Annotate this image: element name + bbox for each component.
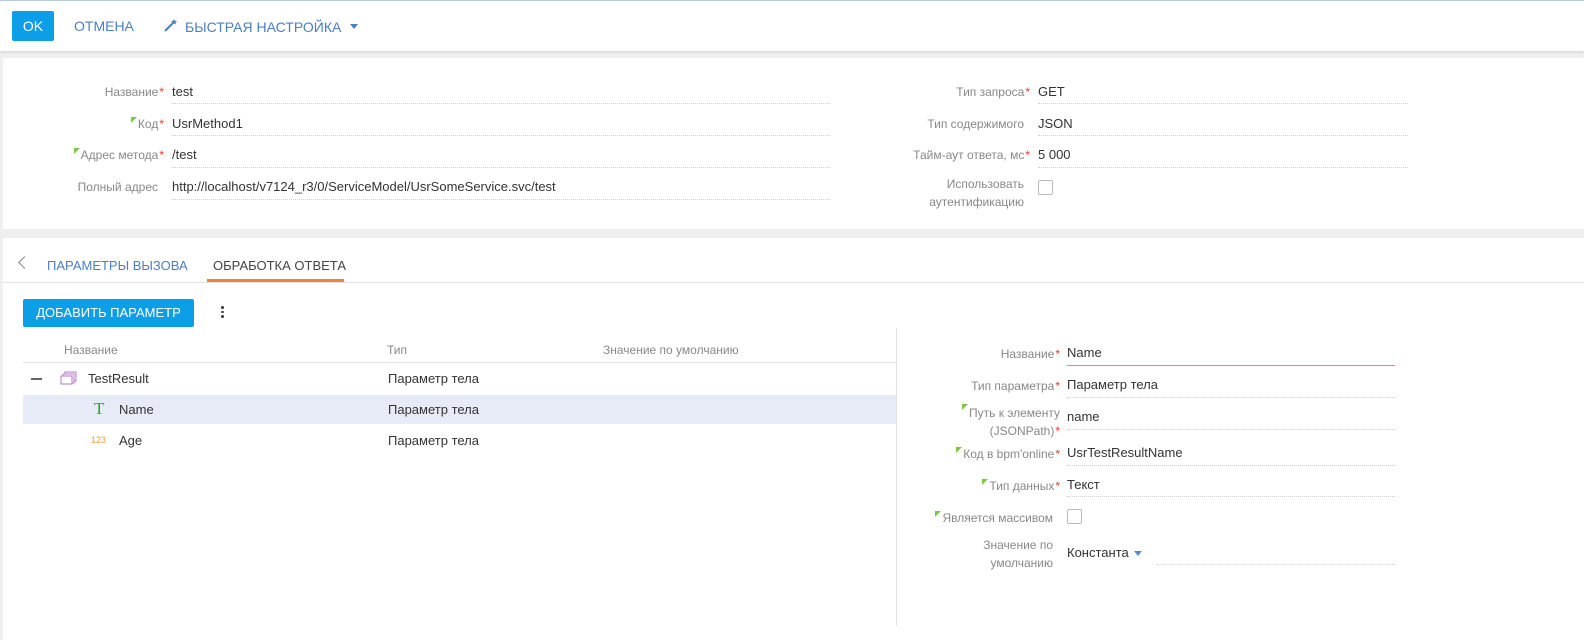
- json-path-label: Путь к элементу (JSONPath)*: [905, 404, 1060, 440]
- request-type-field[interactable]: GET: [1038, 84, 1065, 99]
- number-type-icon: 123: [91, 435, 107, 445]
- full-address-field: http://localhost/v7124_r3/0/ServiceModel…: [172, 179, 556, 194]
- use-auth-label: Использовать аутентификацию: [929, 177, 1024, 209]
- add-parameter-button[interactable]: ДОБАВИТЬ ПАРАМЕТР: [23, 299, 194, 327]
- tab-response-processing[interactable]: ОБРАБОТКА ОТВЕТА: [213, 258, 346, 273]
- default-value-mode-select[interactable]: Константа: [1067, 545, 1142, 560]
- method-header-card: [3, 58, 1584, 229]
- active-tab-indicator: [207, 279, 344, 282]
- use-auth-checkbox[interactable]: [1038, 180, 1053, 195]
- is-array-label: Является массивом: [905, 511, 1053, 525]
- full-address-underline: [172, 199, 830, 200]
- address-field[interactable]: /test: [172, 147, 197, 162]
- address-field-underline: [172, 167, 830, 168]
- row-type: Параметр тела: [388, 402, 479, 417]
- quick-setup-button[interactable]: БЫСТРАЯ НАСТРОЙКА: [163, 18, 359, 35]
- param-name-underline: [1067, 365, 1395, 366]
- default-value-label: Значение по умолчанию: [983, 538, 1053, 570]
- row-name: Name: [119, 402, 154, 417]
- timeout-underline: [1038, 167, 1408, 168]
- tab-call-params[interactable]: ПАРАМЕТРЫ ВЫЗОВА: [47, 258, 188, 273]
- row-name: TestResult: [88, 371, 149, 386]
- localizable-marker-icon: [982, 479, 989, 485]
- param-type-underline: [1067, 397, 1395, 398]
- collapse-icon[interactable]: [31, 378, 42, 380]
- quick-setup-label: БЫСТРАЯ НАСТРОЙКА: [185, 18, 342, 35]
- content-type-underline: [1038, 135, 1408, 136]
- timeout-label: Тайм-аут ответа, мс*: [913, 148, 1030, 162]
- code-field-label: Код*: [40, 117, 164, 131]
- magic-wand-icon: [163, 18, 179, 35]
- localizable-marker-icon: [956, 447, 963, 453]
- json-path-field[interactable]: name: [1067, 409, 1100, 424]
- chevron-down-icon: [1133, 551, 1142, 557]
- column-header-type: Тип: [387, 343, 408, 357]
- panel-divider: [896, 328, 897, 626]
- name-field-underline: [172, 103, 830, 104]
- bpm-code-underline: [1067, 465, 1395, 466]
- row-name: Age: [119, 433, 143, 448]
- data-type-field[interactable]: Текст: [1067, 477, 1100, 492]
- code-field[interactable]: UsrMethod1: [172, 116, 243, 131]
- param-type-label: Тип параметра*: [971, 379, 1060, 393]
- tabs-divider: [3, 282, 1584, 283]
- bpm-code-field[interactable]: UsrTestResultName: [1067, 445, 1183, 460]
- localizable-marker-icon: [130, 117, 137, 123]
- column-header-name: Название: [64, 343, 118, 357]
- default-value-input[interactable]: [1157, 564, 1395, 565]
- param-type-field[interactable]: Параметр тела: [1067, 377, 1158, 392]
- table-header-divider: [23, 362, 896, 363]
- cancel-button[interactable]: ОТМЕНА: [74, 18, 134, 34]
- localizable-marker-icon: [73, 148, 80, 154]
- content-type-label: Тип содержимого: [927, 117, 1024, 131]
- request-type-label: Тип запроса*: [956, 85, 1030, 99]
- column-header-default: Значение по умолчанию: [603, 343, 739, 357]
- name-field[interactable]: test: [172, 84, 193, 99]
- param-name-input[interactable]: Name: [1067, 345, 1102, 360]
- more-actions-icon[interactable]: [221, 306, 224, 320]
- address-field-label: Адрес метода*: [40, 148, 164, 162]
- localizable-marker-icon: [961, 404, 968, 410]
- localizable-marker-icon: [935, 511, 942, 517]
- is-array-checkbox[interactable]: [1067, 509, 1082, 524]
- bpm-code-label: Код в bpm'online*: [905, 447, 1060, 461]
- chevron-down-icon: [350, 24, 359, 29]
- text-type-icon: T: [94, 399, 105, 418]
- param-name-label: Название*: [1000, 347, 1060, 361]
- timeout-field[interactable]: 5 000: [1038, 147, 1071, 162]
- data-type-label: Тип данных*: [905, 479, 1060, 493]
- json-path-underline: [1067, 429, 1395, 430]
- content-type-field[interactable]: JSON: [1038, 116, 1073, 131]
- request-type-underline: [1038, 103, 1408, 104]
- data-type-underline: [1067, 496, 1395, 497]
- name-field-label: Название*: [104, 85, 164, 99]
- row-type: Параметр тела: [388, 433, 479, 448]
- full-address-label: Полный адрес: [77, 180, 158, 194]
- object-icon: [60, 371, 77, 388]
- code-field-underline: [172, 135, 830, 136]
- row-type: Параметр тела: [388, 371, 479, 386]
- ok-button[interactable]: OK: [12, 11, 54, 41]
